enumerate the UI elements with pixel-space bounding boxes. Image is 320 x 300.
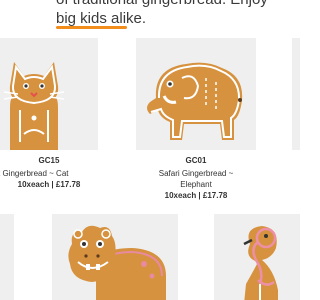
product-info-elephant: GC01 Safari Gingerbread ~ Elephant 10xea… [136, 156, 256, 201]
product-name-line-1[interactable]: Safari Gingerbread ~ [136, 168, 256, 179]
product-image-elephant[interactable] [136, 38, 256, 150]
product-sku: GC15 [38, 156, 60, 165]
gingerbread-flamingo-icon [243, 226, 278, 300]
page: of traditional gingerbread. Enjoy big ki… [0, 0, 300, 300]
product-image-flamingo[interactable] [214, 214, 300, 300]
accent-underline [56, 26, 127, 29]
product-price: 10xeach | £17.78 [17, 180, 81, 189]
product-sku: GC01 [185, 156, 207, 165]
product-image-partial-right[interactable] [292, 38, 300, 150]
product-name[interactable]: t Gingerbread ~ Cat [0, 168, 98, 179]
product-image-partial-left[interactable] [0, 214, 14, 300]
product-image-cat[interactable] [0, 38, 98, 150]
product-name-line-2[interactable]: Elephant [136, 179, 256, 190]
gingerbread-elephant-icon [147, 62, 243, 140]
intro-line-1: of traditional gingerbread. Enjoy [56, 0, 300, 9]
gingerbread-hippo-icon [68, 225, 166, 300]
product-price: 10xeach | £17.78 [164, 191, 228, 200]
intro-text: of traditional gingerbread. Enjoy big ki… [56, 0, 300, 28]
product-image-hippo[interactable] [52, 214, 178, 300]
product-info-cat: GC15 t Gingerbread ~ Cat 10xeach | £17.7… [0, 156, 98, 190]
gingerbread-cat-icon [3, 62, 65, 150]
